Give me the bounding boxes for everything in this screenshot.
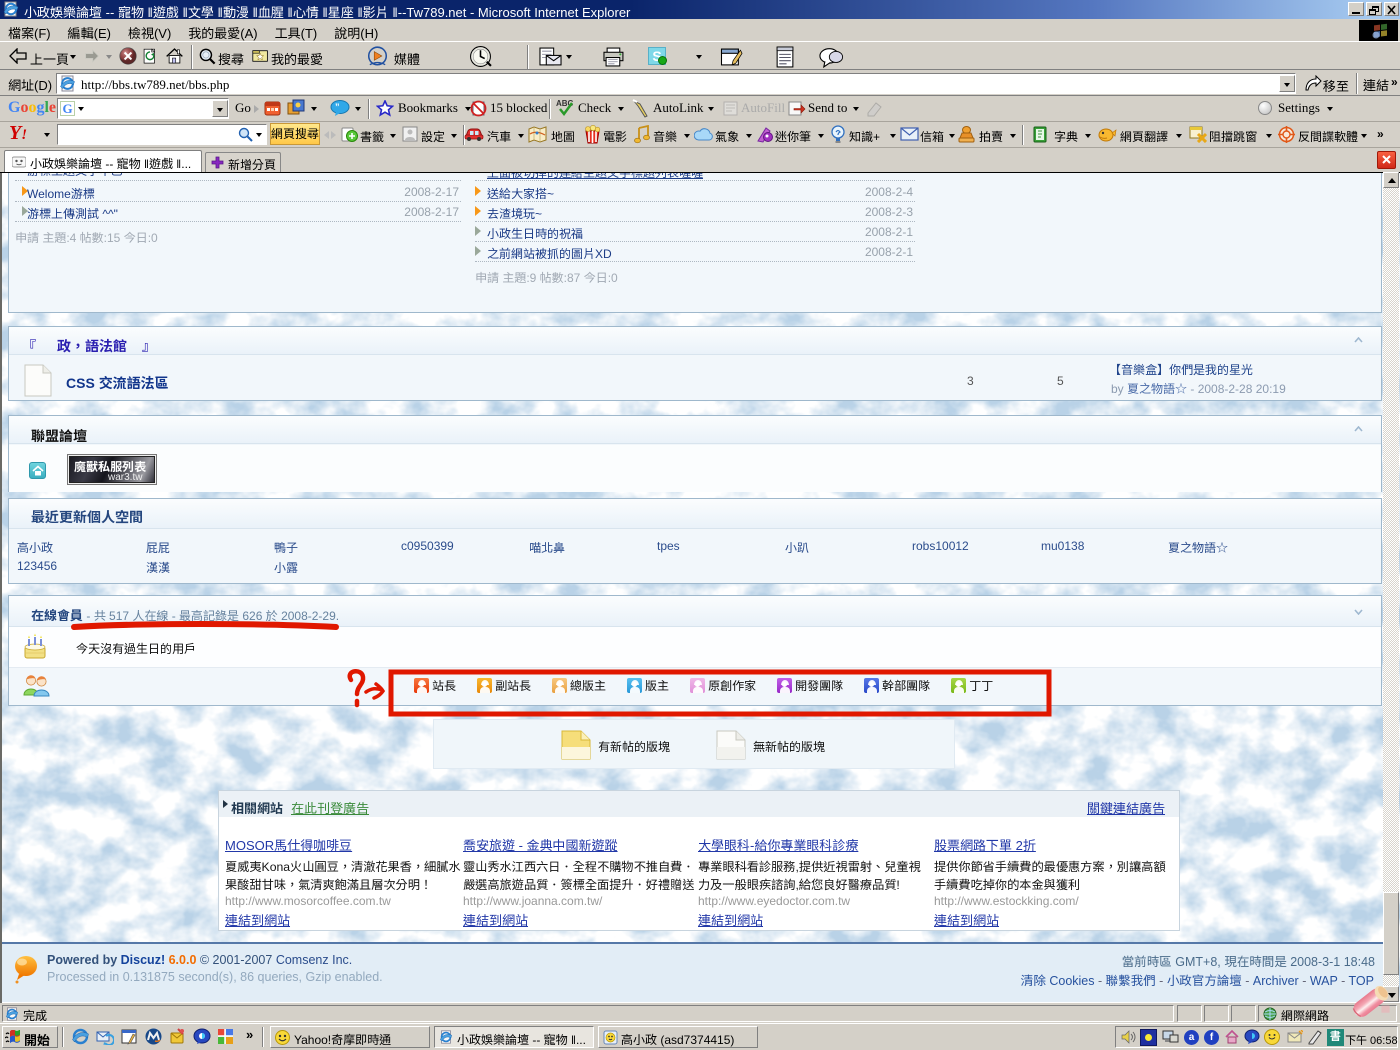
svg-text:”: ” xyxy=(335,102,340,112)
